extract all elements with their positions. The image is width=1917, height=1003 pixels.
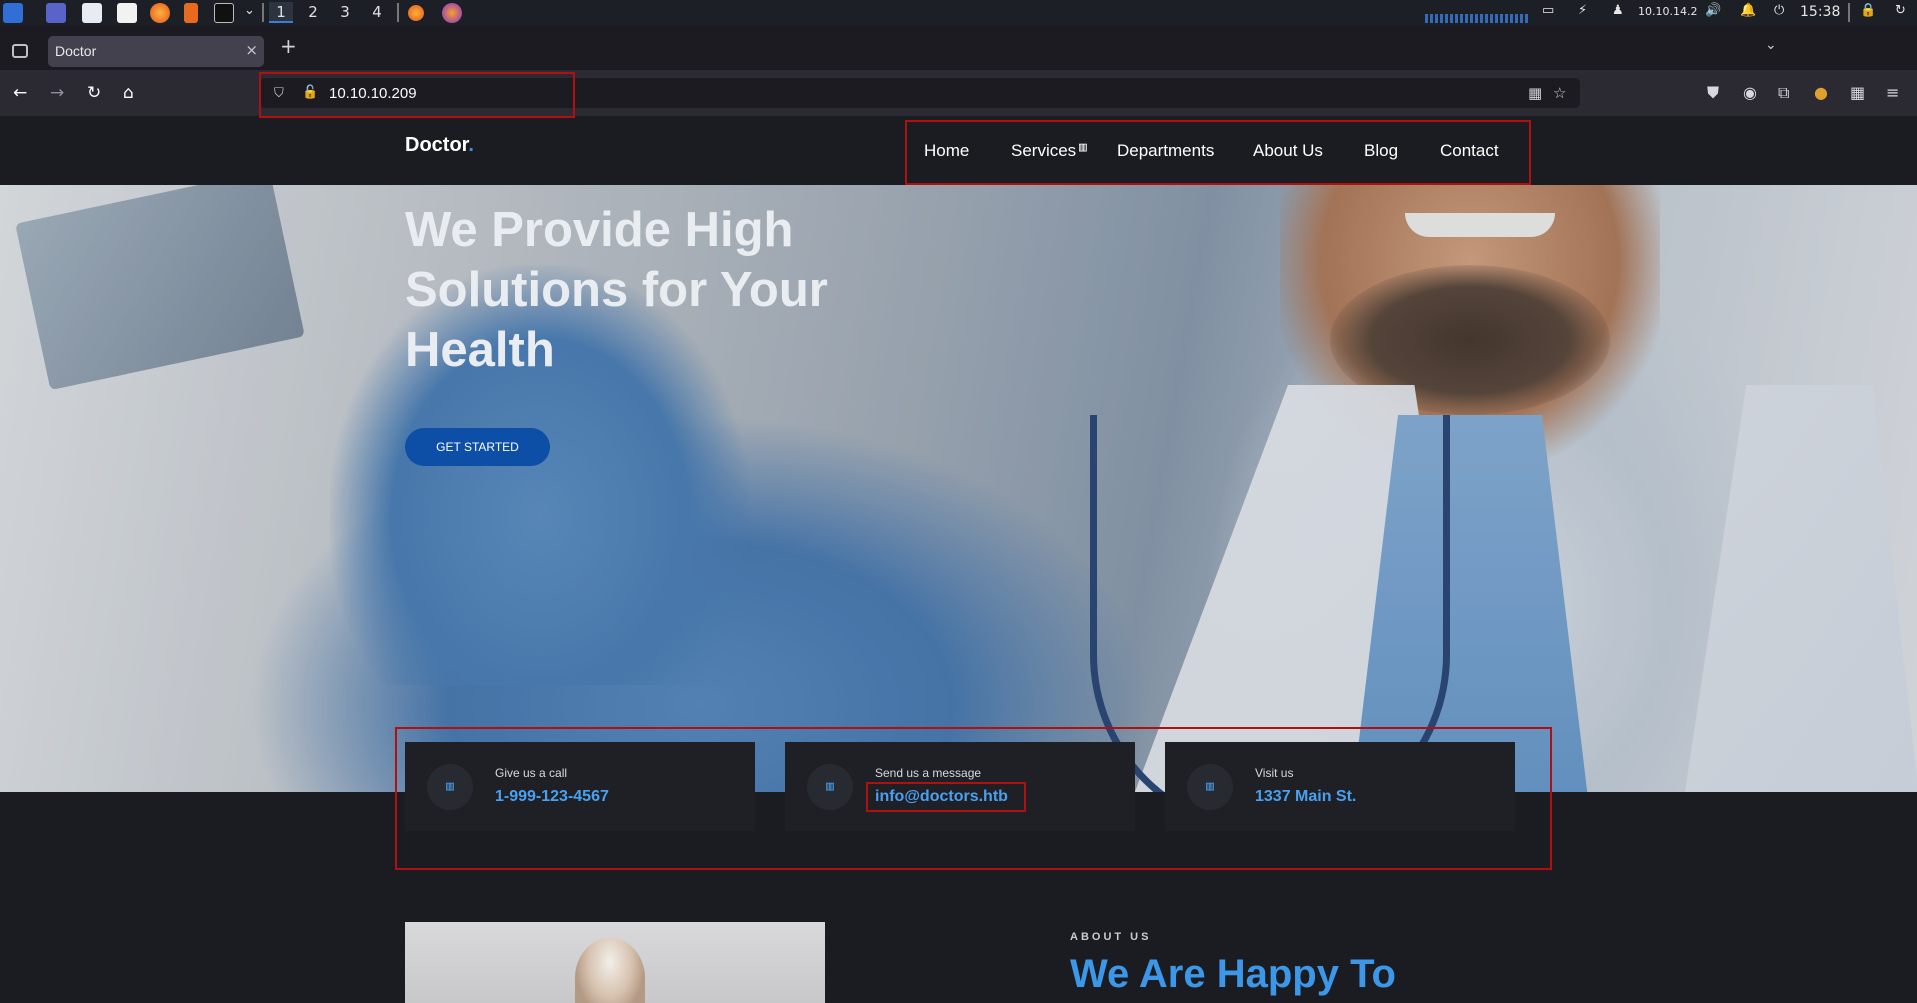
desktop-icon[interactable] xyxy=(46,3,66,23)
kali-menu-icon[interactable] xyxy=(3,3,23,23)
workspace-4[interactable]: 4 xyxy=(365,2,389,23)
url-text[interactable]: 10.10.10.209 xyxy=(329,85,417,102)
hero-title: We Provide High Solutions for Your Healt… xyxy=(405,203,828,377)
nav-blog[interactable]: Blog xyxy=(1364,141,1398,161)
firefox-icon[interactable] xyxy=(408,5,424,21)
nav-contact[interactable]: Contact xyxy=(1440,141,1499,161)
url-bar[interactable]: ⛉ 🔓 10.10.10.209 ▦ ☆ xyxy=(260,78,1580,108)
browser-tabstrip: Doctor × + ⌄ xyxy=(0,25,1917,70)
forward-button[interactable]: → xyxy=(50,84,64,102)
account-icon[interactable]: ◉ xyxy=(1743,83,1757,102)
about-us-image xyxy=(405,922,825,1003)
contact-label: Send us a message xyxy=(875,766,982,780)
screen-icon[interactable]: ▭ xyxy=(1542,3,1554,18)
firefox-icon[interactable] xyxy=(150,3,170,23)
bookmark-star-icon[interactable]: ☆ xyxy=(1553,84,1566,102)
chevron-down-icon[interactable]: ⌄ xyxy=(244,3,255,18)
os-taskbar: ⌄ 1 2 3 4 ▭ ⚡ ♟ 10.10.14.2 🔊 🔔 ⏻ 15:38 🔒… xyxy=(0,0,1917,25)
site-header: Doctor. Home Services ▥ Departments Abou… xyxy=(0,116,1917,185)
contact-address[interactable]: 1337 Main St. xyxy=(1255,788,1356,806)
senior-doctor-image xyxy=(575,938,645,1003)
about-heading: We Are Happy To xyxy=(1070,952,1396,996)
contact-card-visit: ▥ Visit us 1337 Main St. xyxy=(1165,742,1515,831)
user-icon: ♟ xyxy=(1612,3,1624,18)
contact-card-call: ▥ Give us a call 1-999-123-4567 xyxy=(405,742,755,831)
firefox-dev-icon[interactable] xyxy=(442,3,462,23)
workspace-3[interactable]: 3 xyxy=(333,2,357,23)
logo-text: Doctor xyxy=(405,134,469,156)
hero-overlay xyxy=(0,185,1917,792)
logout-icon[interactable]: ↻ xyxy=(1895,3,1906,18)
chevron-down-icon[interactable]: ⌄ xyxy=(1765,37,1777,53)
home-button[interactable]: ⌂ xyxy=(123,84,134,102)
hamburger-menu-icon[interactable]: ≡ xyxy=(1886,83,1899,102)
mail-icon: ▥ xyxy=(807,764,853,810)
nav-departments[interactable]: Departments xyxy=(1117,141,1214,161)
ip-address: 10.10.14.2 xyxy=(1638,5,1698,18)
workspace-2[interactable]: 2 xyxy=(301,2,325,23)
location-icon: ▥ xyxy=(1187,764,1233,810)
site-logo[interactable]: Doctor. xyxy=(405,134,474,157)
taskbar-separator xyxy=(262,3,264,22)
close-icon[interactable]: × xyxy=(245,41,258,59)
browser-navbar: ← → ↻ ⌂ ⛉ 🔓 10.10.10.209 ▦ ☆ ⛊ ◉ ⧉ ● ▦ ≡ xyxy=(0,70,1917,116)
nav-services[interactable]: Services xyxy=(1011,141,1076,161)
reload-button[interactable]: ↻ xyxy=(87,84,101,102)
taskbar-separator xyxy=(397,3,399,22)
contact-card-message: ▥ Send us a message info@doctors.htb xyxy=(785,742,1135,831)
contact-label: Give us a call xyxy=(495,766,568,780)
hero-section xyxy=(0,185,1917,792)
foxyproxy-icon[interactable]: ● xyxy=(1814,83,1828,102)
extensions-icon[interactable]: ⧉ xyxy=(1778,83,1789,103)
get-started-button[interactable]: GET STARTED xyxy=(405,428,550,466)
terminal-icon[interactable] xyxy=(214,3,234,23)
tracking-shield-icon[interactable]: ⛉ xyxy=(274,86,284,101)
back-button[interactable]: ← xyxy=(13,84,27,102)
workspace-1[interactable]: 1 xyxy=(269,2,293,23)
volume-icon[interactable]: 🔊 xyxy=(1705,3,1721,18)
network-graph xyxy=(1425,14,1530,23)
logo-dot: . xyxy=(468,134,474,156)
nav-home[interactable]: Home xyxy=(924,141,969,161)
contact-label: Visit us xyxy=(1255,766,1294,780)
tab-title: Doctor xyxy=(55,43,97,59)
text-editor-icon[interactable] xyxy=(117,3,137,23)
taskbar-separator xyxy=(1848,3,1850,22)
contact-email[interactable]: info@doctors.htb xyxy=(875,788,1008,806)
new-tab-button[interactable]: + xyxy=(280,34,297,58)
browser-tab[interactable]: Doctor × xyxy=(48,36,264,67)
bell-icon[interactable]: 🔔 xyxy=(1740,3,1756,18)
grid-icon[interactable]: ▦ xyxy=(1850,83,1865,102)
files-icon[interactable] xyxy=(82,3,102,23)
pocket-icon[interactable]: ⛊ xyxy=(1707,83,1719,103)
contact-phone[interactable]: 1-999-123-4567 xyxy=(495,788,609,806)
lock-screen-icon[interactable]: 🔒 xyxy=(1860,3,1876,18)
nav-about-us[interactable]: About Us xyxy=(1253,141,1323,161)
burp-icon[interactable] xyxy=(184,3,198,23)
power-manager-icon[interactable]: ⏻ xyxy=(1774,3,1784,18)
qr-code-icon[interactable]: ▦ xyxy=(1528,84,1542,102)
tabs-overview-icon[interactable] xyxy=(12,44,28,58)
insecure-lock-icon[interactable]: 🔓 xyxy=(302,85,318,100)
clock[interactable]: 15:38 xyxy=(1800,4,1840,20)
phone-icon: ▥ xyxy=(427,764,473,810)
about-kicker: ABOUT US xyxy=(1070,931,1152,943)
vpn-icon[interactable]: ⚡ xyxy=(1578,3,1587,18)
services-dropdown-icon[interactable]: ▥ xyxy=(1079,140,1087,155)
